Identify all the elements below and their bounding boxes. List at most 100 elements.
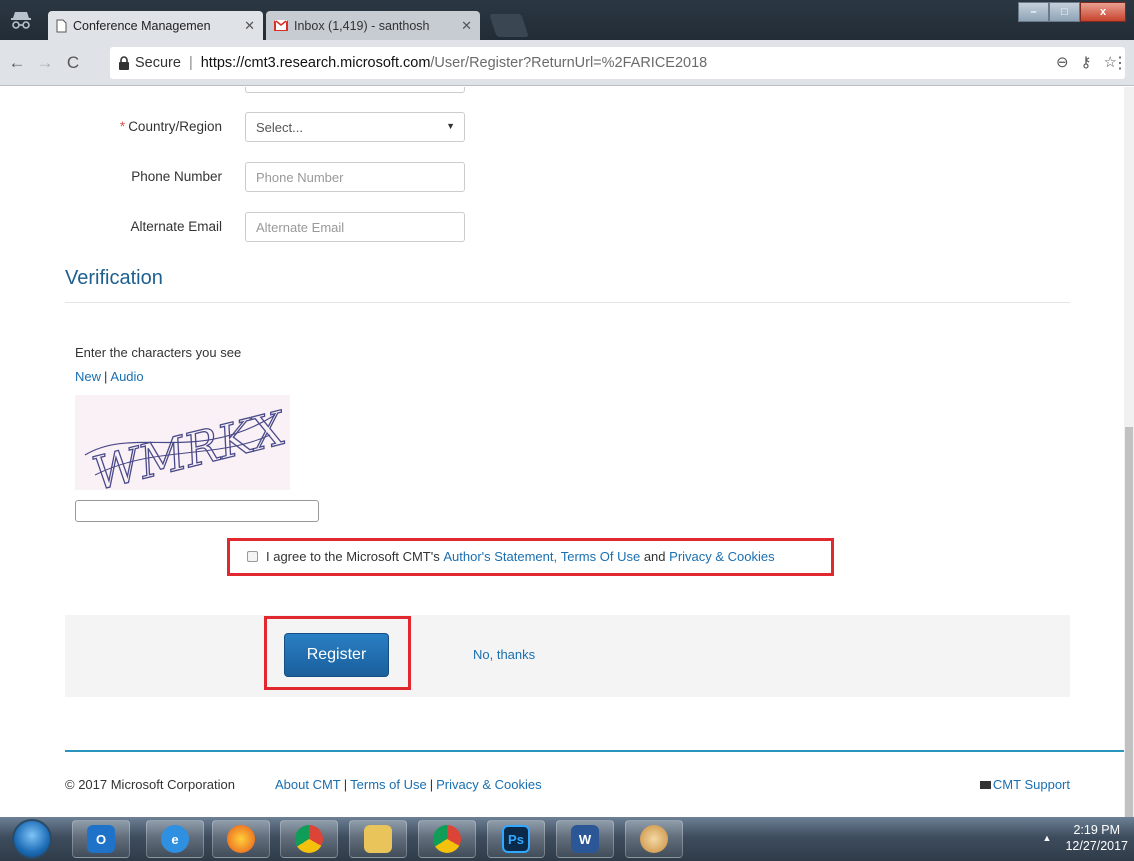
- zoom-icon[interactable]: ⊖: [1056, 53, 1069, 71]
- secure-label: Secure: [135, 55, 181, 71]
- phone-label: Phone Number: [131, 169, 222, 184]
- reload-button[interactable]: C: [62, 53, 84, 73]
- footer-terms-link[interactable]: Terms of Use: [350, 777, 427, 792]
- browser-tab-strip: Conference Managemen ✕ Inbox (1,419) - s…: [0, 0, 1134, 40]
- captcha-audio-link[interactable]: Audio: [110, 369, 143, 384]
- alt-email-label: Alternate Email: [130, 219, 222, 234]
- footer-links: About CMT | Terms of Use | Privacy & Cookies: [275, 777, 542, 792]
- country-label-text: Country/Region: [128, 119, 222, 134]
- page-icon: [56, 19, 67, 32]
- taskbar-ie[interactable]: e: [146, 820, 204, 858]
- verification-heading: Verification: [65, 267, 163, 289]
- footer-privacy-link[interactable]: Privacy & Cookies: [436, 777, 541, 792]
- support-label: CMT Support: [992, 777, 1070, 792]
- explorer-icon: [364, 825, 392, 853]
- phone-input[interactable]: Phone Number: [245, 162, 465, 192]
- previous-field-edge: [245, 87, 465, 93]
- clock[interactable]: 2:19 PM 12/27/2017: [1065, 822, 1128, 854]
- phone-row: Phone Number Phone Number: [0, 162, 500, 192]
- word-icon: W: [571, 825, 599, 853]
- taskbar-photoshop[interactable]: Ps: [487, 820, 545, 858]
- agree-checkbox[interactable]: [247, 551, 258, 562]
- alt-email-row: Alternate Email Alternate Email: [0, 212, 500, 242]
- show-hidden-icons-icon[interactable]: ▲: [1043, 833, 1052, 843]
- captcha-prompt: Enter the characters you see: [75, 345, 242, 360]
- privacy-cookies-link[interactable]: Privacy & Cookies: [669, 549, 774, 564]
- start-button[interactable]: [12, 819, 52, 859]
- address-bar[interactable]: Secure | https://cmt3.research.microsoft…: [110, 47, 1125, 79]
- close-window-button[interactable]: x: [1080, 2, 1126, 22]
- authors-statement-link[interactable]: Author's Statement,: [443, 549, 557, 564]
- no-thanks-link[interactable]: No, thanks: [473, 647, 535, 662]
- url-path: /User/Register?ReturnUrl=%2FARICE2018: [430, 55, 708, 71]
- lock-icon: [119, 56, 129, 70]
- captcha-links: New | Audio: [75, 369, 144, 384]
- outlook-icon: O: [87, 825, 115, 853]
- window-controls: – □ x: [1018, 2, 1126, 22]
- country-select[interactable]: Select... ▼: [245, 112, 465, 142]
- tab-conference-management[interactable]: Conference Managemen ✕: [48, 11, 263, 40]
- clock-date: 12/27/2017: [1065, 839, 1128, 853]
- caret-down-icon: ▼: [446, 121, 455, 131]
- link-separator: |: [429, 777, 434, 792]
- alt-email-input[interactable]: Alternate Email: [245, 212, 465, 242]
- about-cmt-link[interactable]: About CMT: [275, 777, 341, 792]
- country-select-value: Select...: [256, 120, 303, 135]
- clock-time: 2:19 PM: [1073, 823, 1120, 837]
- footer-divider: [65, 750, 1130, 752]
- taskbar-paint[interactable]: [625, 820, 683, 858]
- close-tab-icon[interactable]: ✕: [461, 18, 472, 34]
- chrome-icon: [433, 825, 461, 853]
- country-row: * Country/Region Select... ▼: [0, 112, 500, 142]
- key-icon[interactable]: ⚷: [1081, 53, 1092, 71]
- section-divider: [65, 302, 1070, 303]
- tab-label: Inbox (1,419) - santhosh: [294, 18, 430, 33]
- url-host: cmt3.research.microsoft.com: [244, 55, 431, 71]
- mail-icon: [979, 780, 991, 789]
- minimize-button[interactable]: –: [1018, 2, 1049, 22]
- register-button[interactable]: Register: [284, 633, 389, 677]
- photoshop-icon: Ps: [502, 825, 530, 853]
- gmail-icon: [274, 20, 288, 31]
- system-tray: ▲ 2:19 PM 12/27/2017: [1043, 822, 1128, 854]
- taskbar-outlook[interactable]: O: [72, 820, 130, 858]
- forward-button[interactable]: →: [34, 53, 56, 73]
- maximize-button[interactable]: □: [1049, 2, 1080, 22]
- copyright: © 2017 Microsoft Corporation: [65, 777, 235, 792]
- agreement-line: I agree to the Microsoft CMT's Author's …: [247, 549, 775, 564]
- agreement-prefix: I agree to the Microsoft CMT's: [266, 549, 440, 564]
- captcha-text: WMRKX: [87, 400, 290, 490]
- page-viewport: * Country/Region Select... ▼ Phone Number…: [0, 87, 1134, 817]
- page-scrollbar[interactable]: [1124, 87, 1134, 817]
- cmt-support-link[interactable]: CMT Support: [979, 777, 1070, 792]
- paint-icon: [640, 825, 668, 853]
- tab-inbox[interactable]: Inbox (1,419) - santhosh ✕: [266, 11, 480, 40]
- incognito-icon: [0, 0, 42, 40]
- captcha-image: WMRKX: [75, 395, 293, 501]
- browser-menu-icon[interactable]: ⋮: [1112, 53, 1128, 73]
- close-tab-icon[interactable]: ✕: [244, 18, 255, 34]
- taskbar-chrome-2[interactable]: [418, 820, 476, 858]
- link-separator: |: [104, 369, 108, 384]
- captcha-new-link[interactable]: New: [75, 369, 101, 384]
- chrome-icon: [295, 825, 323, 853]
- agreement-and: and: [643, 549, 666, 564]
- taskbar-explorer[interactable]: [349, 820, 407, 858]
- taskbar-firefox[interactable]: [212, 820, 270, 858]
- captcha-input[interactable]: [75, 500, 319, 522]
- terms-of-use-link[interactable]: Terms Of Use: [561, 549, 640, 564]
- taskbar-word[interactable]: W: [556, 820, 614, 858]
- action-bar: [65, 615, 1070, 697]
- back-button[interactable]: ←: [6, 53, 28, 73]
- new-tab-button[interactable]: [489, 14, 529, 37]
- ie-icon: e: [161, 825, 189, 853]
- scrollbar-thumb[interactable]: [1125, 427, 1133, 817]
- browser-toolbar: ← → C Secure | https://cmt3.research.mic…: [0, 40, 1134, 86]
- taskbar-chrome[interactable]: [280, 820, 338, 858]
- country-label: * Country/Region: [120, 119, 222, 134]
- agreement-highlight: I agree to the Microsoft CMT's Author's …: [227, 538, 834, 576]
- address-separator: |: [188, 55, 193, 71]
- firefox-icon: [227, 825, 255, 853]
- link-separator: |: [343, 777, 348, 792]
- url-scheme: https://: [200, 55, 245, 71]
